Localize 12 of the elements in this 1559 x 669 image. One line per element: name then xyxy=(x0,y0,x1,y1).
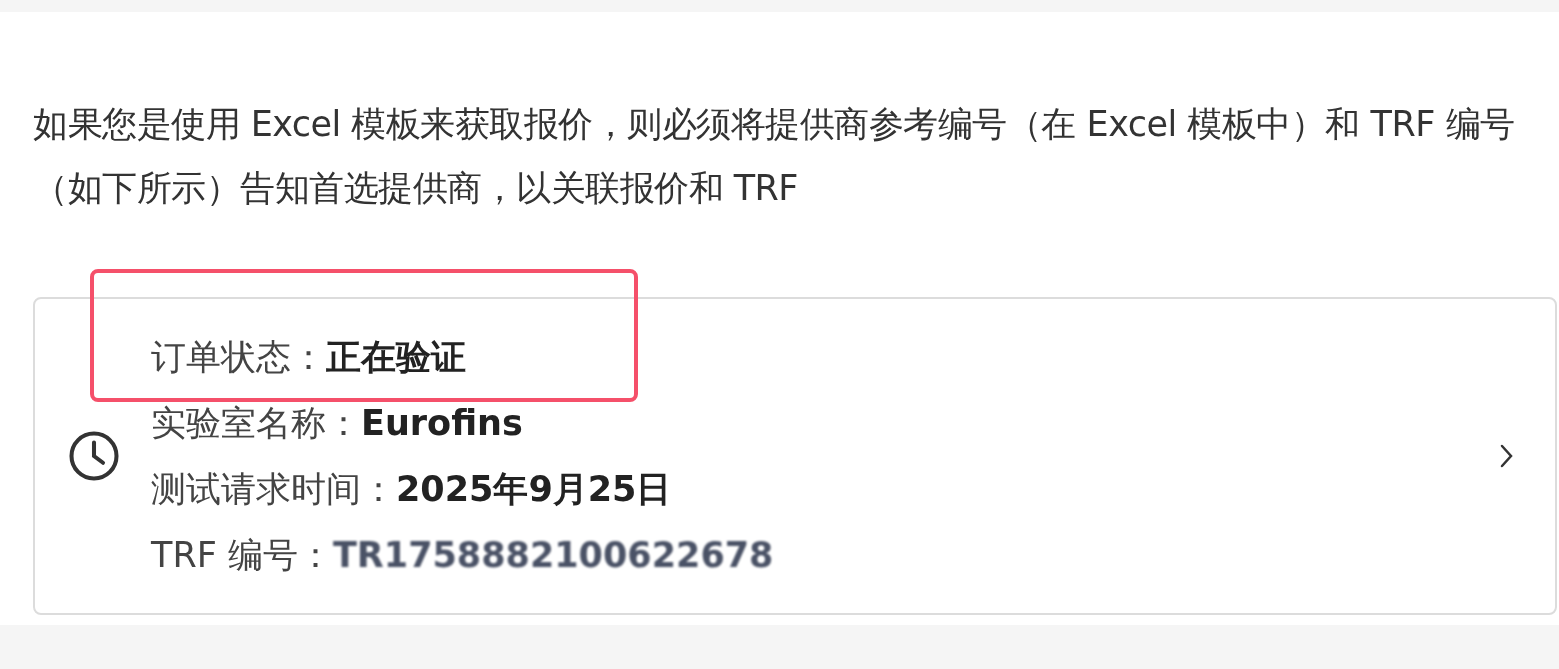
clock-icon xyxy=(67,429,121,483)
field-label: 测试请求时间： xyxy=(151,467,396,511)
field-value: Eurofins xyxy=(361,403,523,443)
field-label: 订单状态： xyxy=(151,335,326,379)
field-label: TRF 编号： xyxy=(151,533,333,577)
order-card[interactable]: 订单状态：正在验证 实验室名称：Eurofins 测试请求时间：2025年9月25日 TRF 编号：TR1758882100622678 xyxy=(33,297,1557,615)
field-label: 实验室名称： xyxy=(151,401,361,445)
field-value: 正在验证 xyxy=(326,335,466,379)
chevron-right-icon xyxy=(1499,442,1515,470)
field-value: 2025年9月25日 xyxy=(396,467,672,511)
notice-text: 如果您是使用 Excel 模板来获取报价，则必须将提供商参考编号（在 Excel 模板中）和 TRF 编号（如下所示）告知首选提供商，以关联报价和 TRF xyxy=(33,103,1516,210)
field-value: TR1758882100622678 xyxy=(332,535,774,575)
